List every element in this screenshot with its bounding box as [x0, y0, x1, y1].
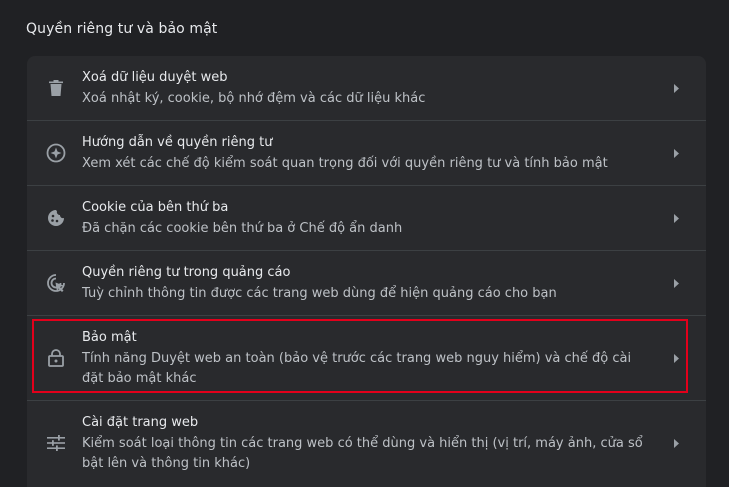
row-description: Kiểm soát loại thông tin các trang web c…: [82, 436, 643, 471]
row-privacy-guide[interactable]: Hướng dẫn về quyền riêng tư Xem xét các …: [27, 121, 706, 185]
row-site-settings[interactable]: Cài đặt trang web Kiểm soát loại thông t…: [27, 401, 706, 485]
row-title: Cookie của bên thứ ba: [82, 200, 229, 215]
chevron-right-icon: [672, 148, 682, 158]
lock-icon: [45, 347, 67, 369]
ad-privacy-icon: [45, 272, 67, 294]
row-text: Xoá dữ liệu duyệt web Xoá nhật ký, cooki…: [82, 69, 654, 109]
cookie-icon: [45, 207, 67, 229]
row-title: Bảo mật: [82, 330, 137, 345]
privacy-card: Xoá dữ liệu duyệt web Xoá nhật ký, cooki…: [27, 56, 706, 487]
privacy-settings-page: Quyền riêng tư và bảo mật Xoá dữ liệu du…: [0, 0, 729, 487]
compass-icon: [45, 142, 67, 164]
chevron-right-icon: [672, 353, 682, 363]
sliders-icon: [45, 432, 67, 454]
row-third-party-cookies[interactable]: Cookie của bên thứ ba Đã chặn các cookie…: [27, 186, 706, 250]
chevron-right-icon: [672, 83, 682, 93]
row-text: Quyền riêng tư trong quảng cáo Tuỳ chỉnh…: [82, 264, 654, 304]
chevron-right-icon: [672, 278, 682, 288]
row-description: Tính năng Duyệt web an toàn (bảo vệ trướ…: [82, 351, 632, 386]
row-text: Hướng dẫn về quyền riêng tư Xem xét các …: [82, 134, 654, 174]
trash-icon: [45, 77, 67, 99]
row-description: Xoá nhật ký, cookie, bộ nhớ đệm và các d…: [82, 91, 426, 106]
row-title: Xoá dữ liệu duyệt web: [82, 70, 228, 85]
row-security[interactable]: Bảo mật Tính năng Duyệt web an toàn (bảo…: [27, 316, 706, 400]
row-text: Cookie của bên thứ ba Đã chặn các cookie…: [82, 199, 654, 239]
row-title: Cài đặt trang web: [82, 415, 199, 430]
row-description: Xem xét các chế độ kiểm soát quan trọng …: [82, 156, 608, 171]
row-title: Hướng dẫn về quyền riêng tư: [82, 135, 273, 150]
row-text: Bảo mật Tính năng Duyệt web an toàn (bảo…: [82, 329, 654, 389]
row-text: Cài đặt trang web Kiểm soát loại thông t…: [82, 414, 654, 474]
row-title: Quyền riêng tư trong quảng cáo: [82, 265, 291, 280]
row-clear-browsing-data[interactable]: Xoá dữ liệu duyệt web Xoá nhật ký, cooki…: [27, 56, 706, 120]
chevron-right-icon: [672, 438, 682, 448]
row-description: Đã chặn các cookie bên thứ ba ở Chế độ ẩ…: [82, 221, 403, 236]
row-description: Tuỳ chỉnh thông tin được các trang web d…: [82, 286, 557, 301]
row-ad-privacy[interactable]: Quyền riêng tư trong quảng cáo Tuỳ chỉnh…: [27, 251, 706, 315]
section-title: Quyền riêng tư và bảo mật: [26, 21, 218, 37]
chevron-right-icon: [672, 213, 682, 223]
